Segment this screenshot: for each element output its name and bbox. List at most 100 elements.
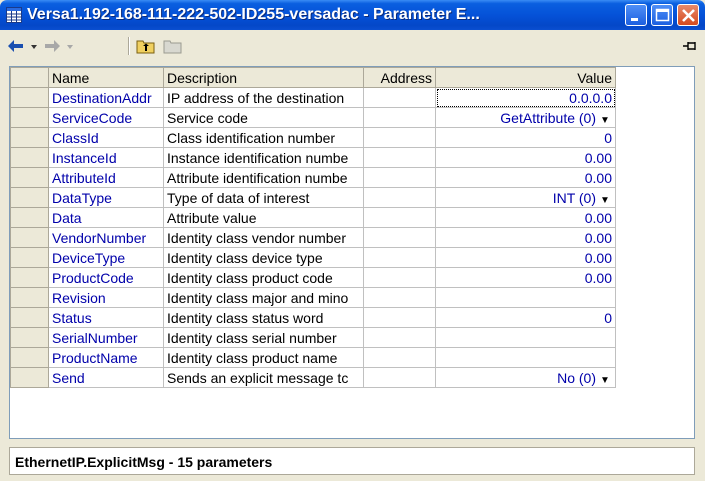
pin-button[interactable] xyxy=(682,36,700,56)
column-header-address[interactable]: Address xyxy=(363,67,436,88)
row-header xyxy=(10,327,49,348)
parameter-value[interactable]: 0.00 xyxy=(435,247,616,268)
table-row[interactable]: SerialNumber Identity class serial number xyxy=(10,327,616,348)
header-row: Name Description Address Value xyxy=(10,67,616,88)
window-title: Versa1.192-168-111-222-502-ID255-versada… xyxy=(27,6,480,23)
value-text: 0.0.0.0 xyxy=(569,89,612,106)
row-header xyxy=(10,87,49,108)
status-bar: EthernetIP.ExplicitMsg - 15 parameters xyxy=(9,447,695,475)
toolbar xyxy=(0,30,705,62)
forward-button[interactable] xyxy=(43,36,77,56)
value-text: 0.00 xyxy=(584,169,612,186)
row-header-corner xyxy=(10,67,49,88)
parameter-value[interactable]: 0.0.0.0 xyxy=(435,87,616,108)
parameter-explorer-window: Versa1.192-168-111-222-502-ID255-versada… xyxy=(0,0,705,481)
parameter-address xyxy=(363,167,436,188)
value-text: 0.00 xyxy=(584,229,612,246)
up-folder-button[interactable] xyxy=(136,36,156,56)
parameter-description: Identity class device type xyxy=(163,247,364,268)
parameter-name: Status xyxy=(48,307,164,328)
value-text: GetAttribute (0) xyxy=(500,109,596,126)
parameter-value[interactable]: 0.00 xyxy=(435,167,616,188)
parameter-address xyxy=(363,207,436,228)
parameter-value[interactable]: 0 xyxy=(435,127,616,148)
parameter-value[interactable]: INT (0) ▼ xyxy=(435,187,616,208)
parameter-description: Type of data of interest xyxy=(163,187,364,208)
parameter-name: ProductName xyxy=(48,347,164,368)
table-row[interactable]: AttributeId Attribute identification numb… xyxy=(10,167,616,188)
parameter-value[interactable]: 0.00 xyxy=(435,227,616,248)
parameter-value[interactable] xyxy=(435,287,616,308)
value-text: No (0) xyxy=(557,369,596,386)
table-row[interactable]: ProductCode Identity class product code 0.… xyxy=(10,267,616,288)
value-text: 0 xyxy=(604,309,612,326)
parameter-name: DestinationAddr xyxy=(48,87,164,108)
table-row[interactable]: Data Attribute value 0.00 xyxy=(10,207,616,228)
parameter-value[interactable]: GetAttribute (0) ▼ xyxy=(435,107,616,128)
parameter-address xyxy=(363,87,436,108)
table-row[interactable]: Status Identity class status word 0 xyxy=(10,307,616,328)
value-text: 0.00 xyxy=(584,249,612,266)
parameter-value[interactable] xyxy=(435,327,616,348)
table-row[interactable]: DataType Type of data of interest INT (0) ▼ xyxy=(10,187,616,208)
table-row[interactable]: VendorNumber Identity class vendor number… xyxy=(10,227,616,248)
parameter-description: Class identification number xyxy=(163,127,364,148)
parameter-value[interactable]: No (0) ▼ xyxy=(435,367,616,388)
parameter-value[interactable]: 0.00 xyxy=(435,147,616,168)
up-folder-icon xyxy=(136,40,155,54)
parameter-name: AttributeId xyxy=(48,167,164,188)
back-arrow-icon xyxy=(8,40,37,52)
column-header-description[interactable]: Description xyxy=(163,67,364,88)
parameter-value[interactable]: 0.00 xyxy=(435,207,616,228)
table-grid-icon xyxy=(6,7,22,23)
parameter-address xyxy=(363,367,436,388)
minimize-button[interactable] xyxy=(625,4,647,26)
back-button[interactable] xyxy=(6,36,40,56)
table-row[interactable]: DeviceType Identity class device type 0.00 xyxy=(10,247,616,268)
status-text: EthernetIP.ExplicitMsg - 15 parameters xyxy=(15,454,273,470)
table-row[interactable]: DestinationAddr IP address of the destina… xyxy=(10,87,616,108)
parameter-name: InstanceId xyxy=(48,147,164,168)
parameter-address xyxy=(363,127,436,148)
parameter-description: IP address of the destination xyxy=(163,87,364,108)
table-row[interactable]: Revision Identity class major and mino xyxy=(10,287,616,308)
parameter-description: Attribute value xyxy=(163,207,364,228)
row-header xyxy=(10,127,49,148)
dropdown-arrow-icon[interactable]: ▼ xyxy=(598,195,612,206)
title-bar[interactable]: Versa1.192-168-111-222-502-ID255-versada… xyxy=(0,0,705,30)
parameter-value[interactable] xyxy=(435,347,616,368)
parameter-description: Service code xyxy=(163,107,364,128)
dropdown-arrow-icon[interactable]: ▼ xyxy=(598,375,612,386)
table-row[interactable]: InstanceId Instance identification numbe 0… xyxy=(10,147,616,168)
row-header xyxy=(10,167,49,188)
parameter-name: Revision xyxy=(48,287,164,308)
close-icon xyxy=(682,9,695,22)
value-text: 0 xyxy=(604,129,612,146)
minimize-icon xyxy=(631,18,638,21)
column-header-name[interactable]: Name xyxy=(48,67,164,88)
value-text: 0.00 xyxy=(584,209,612,226)
column-header-value[interactable]: Value xyxy=(435,67,616,88)
close-button[interactable] xyxy=(677,4,699,26)
row-header xyxy=(10,347,49,368)
parameter-name: DataType xyxy=(48,187,164,208)
parameter-value[interactable]: 0.00 xyxy=(435,267,616,288)
parameter-address xyxy=(363,247,436,268)
parameter-name: SerialNumber xyxy=(48,327,164,348)
parameter-grid[interactable]: Name Description Address Value Destinati… xyxy=(9,66,695,439)
pin-icon xyxy=(683,42,696,50)
table-row[interactable]: ProductName Identity class product name xyxy=(10,347,616,368)
folder-button[interactable] xyxy=(163,36,183,56)
table-row[interactable]: Send Sends an explicit message tc No (0) ▼ xyxy=(10,367,616,388)
parameter-address xyxy=(363,347,436,368)
value-text: 0.00 xyxy=(584,269,612,286)
parameter-table: Name Description Address Value Destinati… xyxy=(10,67,616,388)
row-header xyxy=(10,267,49,288)
dropdown-arrow-icon[interactable]: ▼ xyxy=(598,115,612,126)
row-header xyxy=(10,287,49,308)
table-row[interactable]: ServiceCode Service code GetAttribute (0) ▼ xyxy=(10,107,616,128)
table-row[interactable]: ClassId Class identification number 0 xyxy=(10,127,616,148)
parameter-description: Sends an explicit message tc xyxy=(163,367,364,388)
parameter-value[interactable]: 0 xyxy=(435,307,616,328)
maximize-button[interactable] xyxy=(651,4,673,26)
